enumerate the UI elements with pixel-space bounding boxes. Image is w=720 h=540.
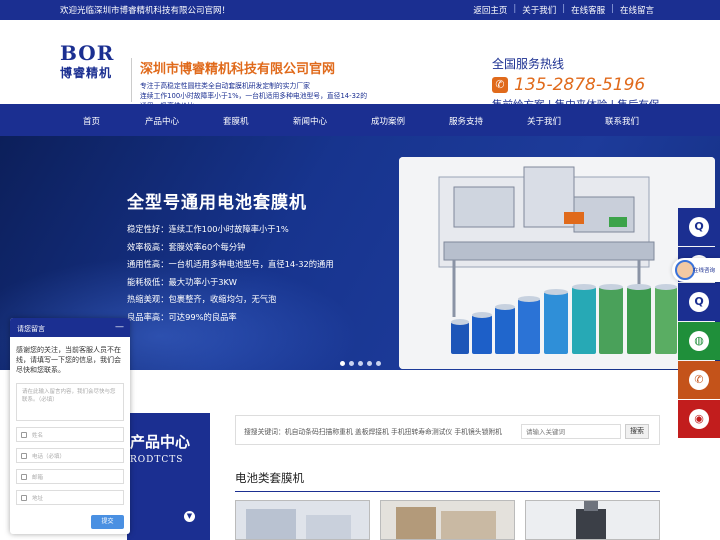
online-consult-label: 在线咨询 [693, 268, 716, 274]
message-widget-notice: 感谢您的关注，当前客服人员不在线，请填写一下您的信息，我们会尽快和您联系。 [16, 346, 121, 374]
logo-en: BOR [60, 41, 115, 65]
address-field[interactable]: 地址 [16, 490, 124, 505]
search-input[interactable] [521, 424, 621, 439]
slide-dots [340, 361, 381, 366]
nav-cases[interactable]: 成功案例 [371, 115, 405, 127]
product-thumbnail[interactable] [380, 500, 515, 540]
nav-home[interactable]: 首页 [83, 115, 100, 127]
feature-item: 热缩美观：包裹整齐，收缩均匀，无气泡 [127, 294, 277, 304]
nav-support[interactable]: 服务支持 [449, 115, 483, 127]
chevron-down-icon[interactable]: ▼ [184, 511, 195, 522]
wechat-icon: ◍ [689, 331, 709, 351]
about-link[interactable]: 关于我们 [522, 4, 556, 16]
submit-button[interactable]: 提交 [91, 515, 124, 529]
online-consult-badge[interactable]: 在线咨询 [672, 258, 720, 282]
top-bar: 欢迎光临深圳市博睿精机科技有限公司官网！ 返回主页 | 关于我们 | 在线客服 … [0, 0, 720, 20]
product-image [236, 501, 369, 539]
section-divider [235, 491, 660, 492]
feature-item: 通用性高：一台机适用多种电池型号，直径14-32的通用 [127, 259, 334, 269]
company-desc-1: 专注于高稳定性圆柱类全自动套膜机研发定制的实力厂家 [140, 82, 310, 90]
avatar [675, 260, 695, 280]
qq-icon: Q [689, 217, 709, 237]
nav-film-machine[interactable]: 套膜机 [223, 115, 249, 127]
message-textarea[interactable]: 请在此输入留言内容，我们会尽快与您联系。（必填） [16, 383, 124, 421]
weibo-icon: ◉ [689, 409, 709, 429]
slide-dot[interactable] [367, 361, 372, 366]
phone-icon: ✆ [689, 370, 709, 390]
slide-dot[interactable] [376, 361, 381, 366]
product-image [526, 501, 659, 539]
mail-icon [21, 473, 27, 480]
feature-item: 能耗极低：最大功率小于3KW [127, 276, 237, 287]
user-icon [21, 431, 27, 438]
phone-button[interactable]: ✆ [678, 361, 720, 399]
qq-icon: Q [689, 292, 709, 312]
nav-news[interactable]: 新闻中心 [293, 115, 327, 127]
main-nav: 首页 产品中心 套膜机 新闻中心 成功案例 服务支持 关于我们 联系我们 [0, 104, 720, 136]
search-bar: 搜搜关键词：机自动条码扫描称重机 盖板焊接机 手机扭转寿命测试仪 手机镜头锁附机… [235, 415, 660, 445]
message-widget: 请您留言 — 感谢您的关注，当前客服人员不在线，请填写一下您的信息，我们会尽快和… [10, 318, 130, 534]
product-center-title: 产品中心 [130, 433, 191, 451]
product-center-panel: 产品中心 RODTCTS ▼ [127, 413, 210, 540]
product-image [381, 501, 514, 539]
separator: | [513, 4, 517, 14]
name-placeholder: 姓名 [32, 432, 44, 439]
top-links: 返回主页 | 关于我们 | 在线客服 | 在线留言 [473, 4, 654, 16]
message-widget-header: 请您留言 — [10, 318, 130, 337]
minimize-icon[interactable]: — [115, 322, 124, 332]
nav-products[interactable]: 产品中心 [145, 115, 179, 127]
separator: | [562, 4, 566, 14]
product-thumbnail[interactable] [235, 500, 370, 540]
welcome-text: 欢迎光临深圳市博睿精机科技有限公司官网！ [60, 6, 231, 16]
feature-item: 稳定性好：连续工作100小时故障率小于1% [127, 224, 289, 234]
leave-message-link[interactable]: 在线留言 [620, 4, 654, 16]
phone-field[interactable]: 电话（必填） [16, 448, 124, 463]
nav-about[interactable]: 关于我们 [527, 115, 561, 127]
logo-cn: 博睿精机 [60, 66, 113, 80]
weibo-button[interactable]: ◉ [678, 400, 720, 438]
phone-icon: ✆ [492, 77, 508, 93]
hotline-number-row: ✆ 135-2878-5196 [492, 75, 662, 95]
phone-placeholder: 电话（必填） [32, 453, 66, 460]
right-float-bar: Q Q Q ◍ ✆ ◉ [678, 208, 720, 439]
wechat-button[interactable]: ◍ [678, 322, 720, 360]
machine-photo [399, 157, 715, 369]
product-thumbnail[interactable] [525, 500, 660, 540]
feature-item: 效率极高：套膜效率60个每分钟 [127, 241, 246, 252]
address-placeholder: 地址 [32, 495, 44, 502]
separator: | [611, 4, 614, 14]
hotline-number: 135-2878-5196 [514, 75, 646, 95]
message-widget-title: 请您留言 [17, 325, 45, 333]
location-icon [21, 494, 27, 501]
header-divider [131, 58, 132, 102]
email-placeholder: 邮箱 [32, 474, 44, 481]
banner-features: 稳定性好：连续工作100小时故障率小于1% 效率极高：套膜效率60个每分钟 通用… [127, 221, 334, 326]
home-link[interactable]: 返回主页 [473, 4, 507, 16]
name-field[interactable]: 姓名 [16, 427, 124, 442]
slide-dot[interactable] [340, 361, 345, 366]
product-center-subtitle: RODTCTS [130, 455, 184, 465]
section-title: 电池类套膜机 [235, 471, 304, 485]
slide-dot[interactable] [358, 361, 363, 366]
nav-contact[interactable]: 联系我们 [605, 115, 639, 127]
search-button[interactable]: 搜索 [625, 424, 649, 439]
company-name: 深圳市博睿精机科技有限公司官网 [140, 62, 336, 77]
phone-icon [21, 452, 27, 459]
banner-title: 全型号通用电池套膜机 [127, 193, 307, 213]
qq-button-1[interactable]: Q [678, 208, 720, 246]
slide-dot[interactable] [349, 361, 354, 366]
email-field[interactable]: 邮箱 [16, 469, 124, 484]
machine-illustration [399, 157, 715, 369]
online-service-link[interactable]: 在线客服 [571, 4, 605, 16]
logo[interactable]: BOR 博睿精机 [60, 42, 122, 96]
feature-item: 良品率高：可达99%的良品率 [127, 311, 237, 322]
header: BOR 博睿精机 深圳市博睿精机科技有限公司官网 专注于高稳定性圆柱类全自动套膜… [0, 20, 720, 126]
hotline-title: 全国服务热线 [492, 57, 565, 71]
qq-button-3[interactable]: Q [678, 283, 720, 321]
search-keywords: 搜搜关键词：机自动条码扫描称重机 盖板焊接机 手机扭转寿命测试仪 手机镜头锁附机 [244, 428, 502, 436]
